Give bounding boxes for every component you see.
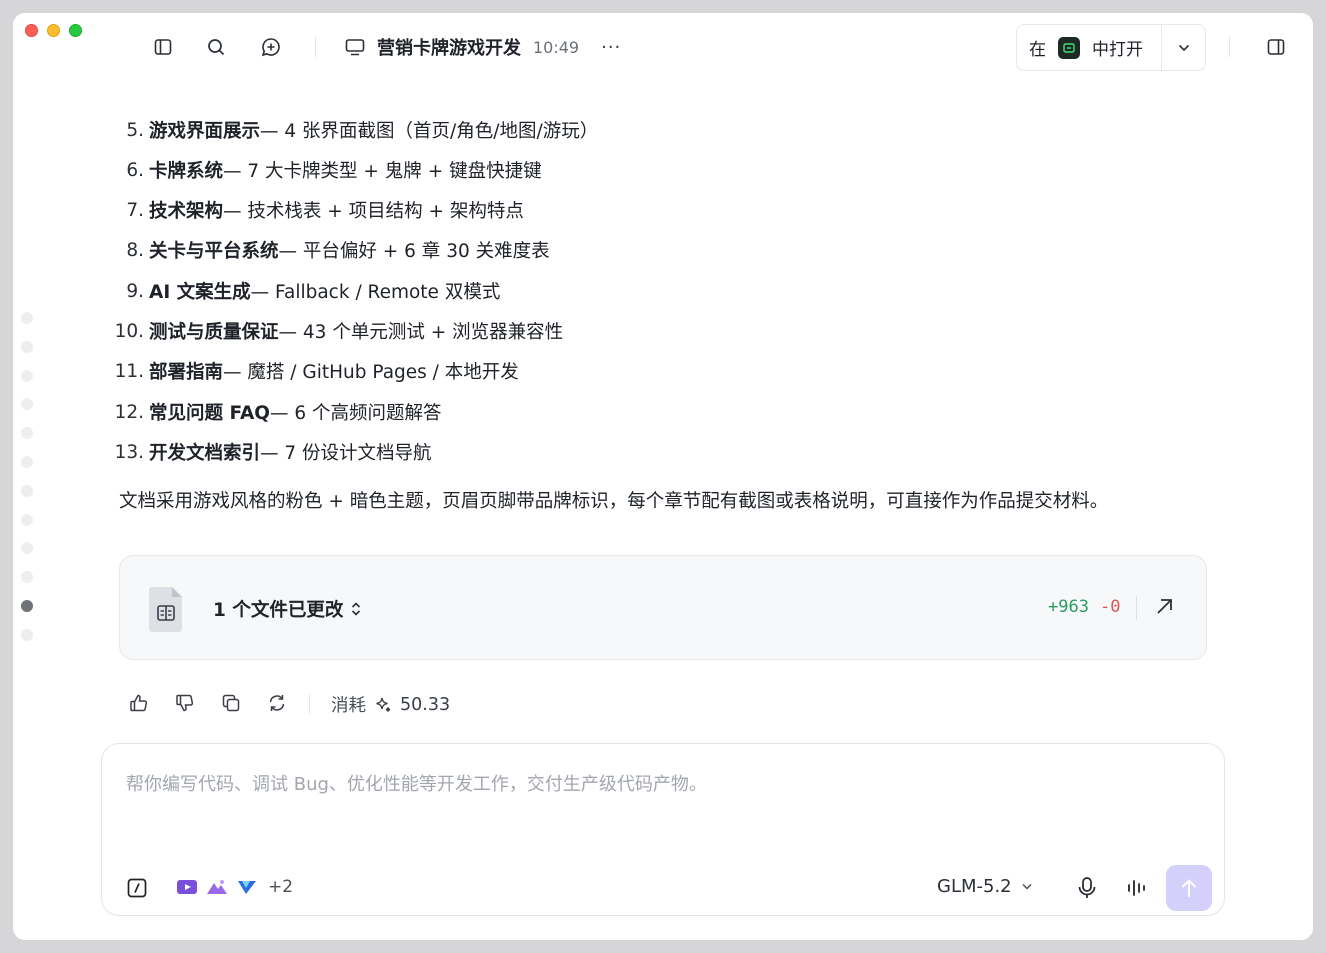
message-nav-dot[interactable] [21,427,33,439]
message-nav-dot[interactable] [21,514,33,526]
list-number: 5. [126,119,144,141]
list-item-title: 常见问题 FAQ [149,403,271,424]
list-item-desc: — 技术栈表 + 项目结构 + 架构特点 [223,201,524,222]
list-number: 8. [126,239,144,261]
app-logo-icon [1058,36,1080,59]
video-tool-icon[interactable] [172,870,202,904]
list-number: 10. [114,320,144,342]
list-item-title: 关卡与平台系统 [149,241,279,262]
list-item: 9. AI 文案生成 — Fallback / Remote 双模式 [13,279,501,304]
message-input-placeholder[interactable]: 帮你编写代码、调试 Bug、优化性能等开发工作，交付生产级代码产物。 [126,770,707,796]
slash-command-icon[interactable] [126,877,148,899]
list-item-desc: — 平台偏好 + 6 章 30 关难度表 [278,241,550,262]
sparkle-icon [374,696,392,714]
app-window: 营销卡牌游戏开发 10:49 ··· 在 中打开 5. 游戏界面展示 — 4 张… [13,13,1313,940]
list-item: 11. 部署指南 — 魔搭 / GitHub Pages / 本地开发 [13,359,519,384]
list-number: 13. [114,441,144,463]
more-tools-count[interactable]: +2 [268,877,293,897]
list-item: 5. 游戏界面展示 — 4 张界面截图（首页/角色/地图/游玩） [13,118,599,143]
list-item-desc: — 6 个高频问题解答 [270,403,442,424]
toolbar-divider [315,37,316,57]
file-changes-card[interactable]: 1 个文件已更改 +963 -0 [119,555,1207,660]
list-item-title: 部署指南 [149,362,224,383]
chevron-down-icon[interactable] [1162,44,1205,52]
list-item-desc: — 43 个单元测试 + 浏览器兼容性 [278,322,564,343]
list-item-desc: — Fallback / Remote 双模式 [250,282,501,303]
token-cost: 消耗 50.33 [331,692,450,717]
list-item: 7. 技术架构 — 技术栈表 + 项目结构 + 架构特点 [13,198,524,223]
design-tool-icon[interactable] [232,870,262,904]
new-chat-icon[interactable] [259,35,283,59]
close-window-button[interactable] [25,24,38,37]
model-name: GLM-5.2 [937,876,1012,897]
list-item: 8. 关卡与平台系统 — 平台偏好 + 6 章 30 关难度表 [13,238,550,263]
conversation-title[interactable]: 营销卡牌游戏开发 [377,34,521,60]
list-number: 9. [126,280,144,302]
open-in-suffix: 中打开 [1092,40,1143,60]
image-tool-icon[interactable] [202,870,232,904]
deletions-count: -0 [1100,597,1121,617]
more-options-button[interactable]: ··· [601,37,621,58]
monitor-icon [345,38,365,56]
arrow-up-right-icon[interactable] [1153,594,1177,618]
message-nav-dot[interactable] [21,542,33,554]
attached-tools[interactable]: +2 [172,870,293,904]
list-item-desc: — 魔搭 / GitHub Pages / 本地开发 [223,362,519,383]
list-number: 6. [126,159,144,181]
model-selector[interactable]: GLM-5.2 [937,876,1032,897]
sidebar-toggle-icon[interactable] [151,35,175,59]
summary-paragraph: 文档采用游戏风格的粉色 + 暗色主题，页眉页脚带品牌标识，每个章节配有截图或表格… [119,491,1109,512]
list-item-title: 测试与质量保证 [149,322,279,343]
open-in-prefix: 在 [1029,40,1046,60]
open-in-app-button[interactable]: 在 中打开 [1016,24,1206,71]
list-item-desc: — 7 大卡牌类型 + 鬼牌 + 键盘快捷键 [223,161,542,182]
conversation-title-bar: 营销卡牌游戏开发 10:49 ··· [345,35,621,59]
list-item-title: 卡牌系统 [149,161,224,182]
toolbar-divider-right [1229,37,1230,57]
search-icon[interactable] [204,35,228,59]
cost-label: 消耗 [331,696,366,716]
list-item-desc: — 7 份设计文档导航 [260,443,432,464]
cost-value: 50.33 [400,694,451,715]
regenerate-icon[interactable] [265,691,289,715]
window-controls [25,24,82,37]
message-input-box[interactable]: 帮你编写代码、调试 Bug、优化性能等开发工作，交付生产级代码产物。 +2 GL… [101,743,1225,916]
card-divider [1136,596,1137,620]
message-nav-dot[interactable] [21,571,33,583]
conversation-time: 10:49 [533,37,580,57]
additions-count: +963 [1048,597,1089,617]
thumbs-down-icon[interactable] [173,691,197,715]
list-item: 6. 卡牌系统 — 7 大卡牌类型 + 鬼牌 + 键盘快捷键 [13,158,542,183]
open-in-app-main[interactable]: 在 中打开 [1017,25,1162,70]
list-item: 13. 开发文档索引 — 7 份设计文档导航 [13,440,432,465]
list-number: 7. [126,199,144,221]
document-icon [147,585,187,633]
list-item-title: 技术架构 [149,201,224,222]
list-item-title: 开发文档索引 [149,443,261,464]
action-divider [309,694,310,714]
microphone-icon[interactable] [1076,876,1098,900]
files-changed-toggle[interactable]: 1 个文件已更改 [213,596,361,622]
voice-mode-icon[interactable] [1126,876,1148,900]
message-nav-dot[interactable] [21,629,33,641]
list-item: 10. 测试与质量保证 — 43 个单元测试 + 浏览器兼容性 [13,319,564,344]
list-item-desc: — 4 张界面截图（首页/角色/地图/游玩） [260,121,599,142]
send-button[interactable] [1166,865,1212,911]
minimize-window-button[interactable] [47,24,60,37]
copy-icon[interactable] [219,691,243,715]
files-changed-label: 1 个文件已更改 [213,600,344,621]
list-item-title: AI 文案生成 [149,282,251,303]
zoom-window-button[interactable] [69,24,82,37]
list-item-title: 游戏界面展示 [149,121,261,142]
list-number: 11. [114,360,144,382]
message-nav-dot[interactable] [21,485,33,497]
list-number: 12. [114,401,144,423]
chevron-down-icon [1022,883,1032,890]
list-item: 12. 常见问题 FAQ — 6 个高频问题解答 [13,400,442,425]
chevron-updown-icon [351,601,361,617]
right-panel-toggle-icon[interactable] [1264,35,1288,59]
thumbs-up-icon[interactable] [127,691,151,715]
message-nav-dot-active[interactable] [21,600,33,612]
